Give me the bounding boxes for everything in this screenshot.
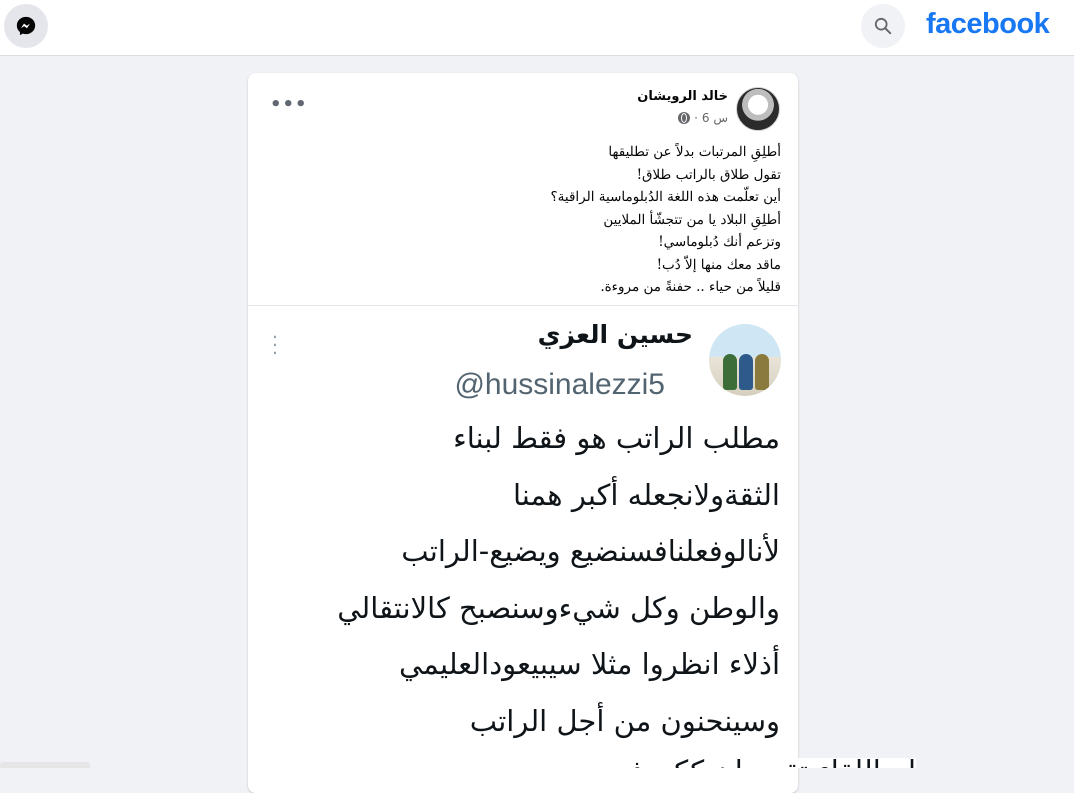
post-line: وتزعم أنك دُبلوماسي!: [658, 234, 781, 250]
bottom-overlay-left: [0, 762, 90, 768]
post-line: أطلِقِ المرتبات بدلاً عن تطليقها: [608, 144, 781, 160]
partial-tweet-line: أم اللقاء تقدم أن ككروف: [368, 758, 916, 768]
post-line: أين تعلّمت هذه اللغة الدُبلوماسية الراقي…: [550, 189, 781, 205]
post-line: ماقد معك منها إلاّ دُب!: [656, 256, 781, 273]
author-avatar[interactable]: [736, 87, 780, 131]
post-time[interactable]: 6 س: [702, 111, 728, 125]
bottom-overlay-text: أم اللقاء تقدم أن ككروف: [368, 758, 916, 768]
search-button[interactable]: [861, 4, 905, 48]
tweet-text: مطلب الراتب هو فقط لبناء الثقةولانجعله أ…: [260, 410, 780, 749]
tweet-line: مطلب الراتب هو فقط لبناء: [453, 421, 780, 455]
top-navigation-bar: facebook: [0, 0, 1074, 56]
post-line: قليلاً من حياء .. حفنةً من مروءة.: [600, 279, 781, 295]
globe-icon[interactable]: [678, 112, 691, 124]
author-name[interactable]: خالد الرويشان: [637, 89, 728, 104]
post-card: خالد الرويشان · 6 س ••• أطلِقِ المرتبات …: [248, 73, 798, 793]
tweet-line: الثقةولانجعله أكبر همنا: [512, 477, 780, 512]
search-icon: [874, 17, 892, 35]
tweet-handle: @hussinalezzi5: [454, 368, 665, 401]
tweet-line: وسينحنون من أجل الراتب: [469, 703, 780, 738]
more-options-button[interactable]: •••: [270, 93, 307, 117]
tweet-avatar: [709, 324, 781, 396]
post-separator: ·: [694, 111, 698, 125]
post-meta: · 6 س: [678, 111, 728, 125]
post-line: تقول طلاق بالراتب طلاق!: [636, 166, 781, 183]
tweet-screenshot-image[interactable]: حسين العزي @hussinalezzi5 · · · مطلب الرات…: [248, 306, 798, 793]
tweet-line: أذلاء انظروا مثلا سيبيعودالعليمي: [399, 647, 780, 681]
messenger-icon: [16, 16, 36, 36]
tweet-line: لأنالوفعلنافسنضيع ويضيع-الراتب: [401, 534, 780, 568]
tweet-more-icon: · · ·: [272, 327, 278, 364]
post-text: أطلِقِ المرتبات بدلاً عن تطليقها تقول طل…: [301, 141, 781, 299]
post-line: أطلِقِ البلاد يا من تتجشّأ الملايين: [603, 211, 781, 228]
messenger-button[interactable]: [4, 4, 48, 48]
facebook-logo[interactable]: facebook: [926, 8, 1050, 41]
bottom-overlay-mid: [248, 763, 366, 768]
tweet-line: والوطن وكل شيءوسنصبح كالانتقالي: [337, 590, 780, 625]
tweet-author-name: حسين العزي: [537, 320, 693, 349]
